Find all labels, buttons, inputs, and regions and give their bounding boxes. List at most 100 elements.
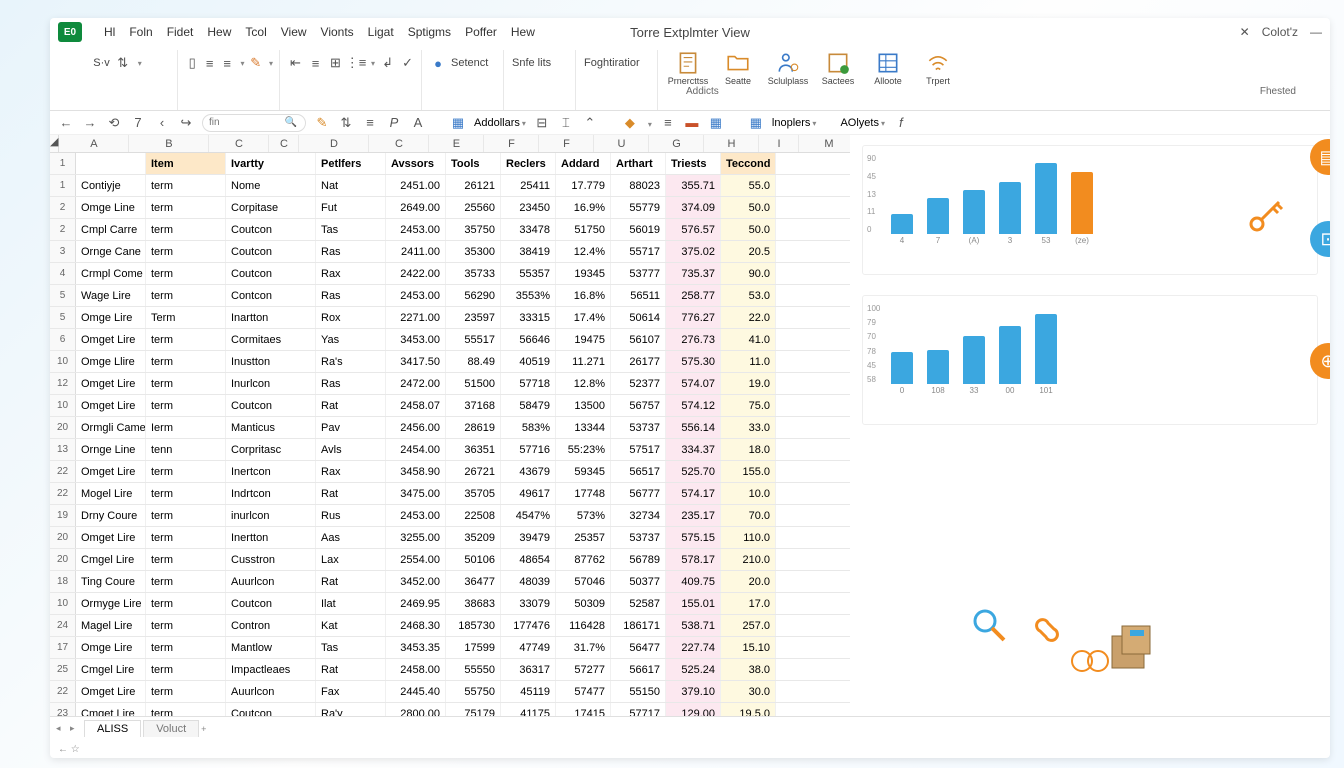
align-icon[interactable]: ≡ <box>308 55 323 71</box>
tool-icon[interactable]: ⊟ <box>534 115 550 131</box>
cell[interactable]: 574.07 <box>666 373 721 394</box>
cell[interactable]: Ting Coure <box>76 571 146 592</box>
cell[interactable]: 40519 <box>501 351 556 372</box>
column-header[interactable]: C <box>209 135 269 152</box>
menu-item[interactable]: Poffer <box>465 25 497 39</box>
menu-item[interactable]: Tcol <box>245 25 266 39</box>
cell[interactable]: 38.0 <box>721 659 776 680</box>
cell[interactable]: 51750 <box>556 219 611 240</box>
cell[interactable]: 43679 <box>501 461 556 482</box>
snfe-button[interactable]: Snfe lits <box>512 57 551 69</box>
forward-icon[interactable]: → <box>82 115 98 131</box>
cell[interactable]: 56477 <box>611 637 666 658</box>
cell[interactable]: term <box>146 549 226 570</box>
palette-icon[interactable]: ◆ <box>622 115 638 131</box>
cell[interactable]: 16.9% <box>556 197 611 218</box>
cell[interactable]: 129.00 <box>666 703 721 716</box>
dropdown-icon[interactable] <box>646 114 652 132</box>
cell[interactable]: term <box>146 571 226 592</box>
cell[interactable]: 25411 <box>501 175 556 196</box>
cell[interactable]: 155.01 <box>666 593 721 614</box>
cell[interactable]: 2422.00 <box>386 263 446 284</box>
cell[interactable]: 56777 <box>611 483 666 504</box>
cell[interactable]: 2458.07 <box>386 395 446 416</box>
cell[interactable]: 556.14 <box>666 417 721 438</box>
cell[interactable]: 227.74 <box>666 637 721 658</box>
cell[interactable]: Ras <box>316 373 386 394</box>
cell[interactable]: 26721 <box>446 461 501 482</box>
cell[interactable]: term <box>146 637 226 658</box>
sheet-tab[interactable]: Voluct <box>143 720 199 737</box>
cell[interactable]: Inertcon <box>226 461 316 482</box>
cell[interactable]: Omget Lire <box>76 681 146 702</box>
select-all-corner[interactable]: ◢ <box>50 135 59 152</box>
cell[interactable]: Omge Line <box>76 197 146 218</box>
italic-icon[interactable]: P <box>386 115 402 131</box>
column-header[interactable]: F <box>539 135 594 152</box>
header-cell[interactable]: Ivartty <box>226 153 316 174</box>
cell[interactable]: 55517 <box>446 329 501 350</box>
cell[interactable]: 87762 <box>556 549 611 570</box>
search-input[interactable]: 🔍 <box>202 114 306 132</box>
font-selector[interactable]: S·v <box>93 57 110 69</box>
cell[interactable]: Cmget Lire <box>76 703 146 716</box>
ribbon-big-alloote[interactable]: Alloote <box>866 50 910 86</box>
cell[interactable]: 11.271 <box>556 351 611 372</box>
cell[interactable]: 2649.00 <box>386 197 446 218</box>
indent-icon[interactable]: ⇤ <box>288 55 303 71</box>
cell[interactable]: Crmpl Come <box>76 263 146 284</box>
cell[interactable]: 574.17 <box>666 483 721 504</box>
align-icon[interactable]: ≡ <box>203 55 215 71</box>
cell[interactable]: 12.8% <box>556 373 611 394</box>
cell[interactable]: Auurlcon <box>226 681 316 702</box>
cell[interactable]: 56107 <box>611 329 666 350</box>
dropdown-icon[interactable] <box>238 57 244 69</box>
cell[interactable]: 2454.00 <box>386 439 446 460</box>
cell[interactable]: Ra'y <box>316 703 386 716</box>
cell[interactable]: 56789 <box>611 549 666 570</box>
spreadsheet[interactable]: ◢ ABCCDCEFFUGHIMFWNNJA 1ItemIvarttyPetlf… <box>50 135 850 716</box>
cell[interactable]: 35750 <box>446 219 501 240</box>
cell[interactable]: Ierm <box>146 417 226 438</box>
cell[interactable]: 36477 <box>446 571 501 592</box>
align-icon[interactable]: ≡ <box>221 55 233 71</box>
cell[interactable]: 19475 <box>556 329 611 350</box>
grid-body[interactable]: 1ItemIvarttyPetlfersAvssorsToolsReclersA… <box>50 153 850 716</box>
cell[interactable]: Coutcon <box>226 263 316 284</box>
cell[interactable]: Nat <box>316 175 386 196</box>
cell[interactable]: 33.0 <box>721 417 776 438</box>
list-icon[interactable]: ≡ <box>362 115 378 131</box>
column-header[interactable]: M <box>799 135 850 152</box>
cell[interactable]: term <box>146 241 226 262</box>
cell[interactable]: Mogel Lire <box>76 483 146 504</box>
menu-item[interactable]: Hl <box>104 25 115 39</box>
row-header[interactable]: 10 <box>50 351 76 372</box>
ribbon-big-sclulplass[interactable]: Sclulplass <box>766 50 810 86</box>
addollars-button[interactable]: Addollars <box>474 117 526 129</box>
cell[interactable]: Indrtcon <box>226 483 316 504</box>
cell[interactable]: Cmpl Carre <box>76 219 146 240</box>
row-header[interactable]: 13 <box>50 439 76 460</box>
dropdown-icon[interactable] <box>267 57 273 69</box>
cell[interactable]: 3255.00 <box>386 527 446 548</box>
search-field[interactable] <box>209 117 259 128</box>
cell[interactable]: Avls <box>316 439 386 460</box>
cell[interactable]: 49617 <box>501 483 556 504</box>
cell[interactable]: 2453.00 <box>386 219 446 240</box>
cell[interactable]: Tas <box>316 219 386 240</box>
cell[interactable]: 2554.00 <box>386 549 446 570</box>
menu-item[interactable]: Fidet <box>167 25 194 39</box>
cell[interactable]: 50.0 <box>721 219 776 240</box>
cell[interactable]: 57046 <box>556 571 611 592</box>
cell[interactable]: Omge Lire <box>76 637 146 658</box>
cell[interactable]: Rat <box>316 571 386 592</box>
cell[interactable]: 235.17 <box>666 505 721 526</box>
cell[interactable]: 573% <box>556 505 611 526</box>
column-header[interactable]: B <box>129 135 209 152</box>
cell[interactable]: 3458.90 <box>386 461 446 482</box>
cell[interactable]: term <box>146 527 226 548</box>
paint-icon[interactable]: ✎ <box>249 55 261 71</box>
cell[interactable]: Wage Lire <box>76 285 146 306</box>
cell[interactable]: Fax <box>316 681 386 702</box>
cell[interactable]: term <box>146 395 226 416</box>
